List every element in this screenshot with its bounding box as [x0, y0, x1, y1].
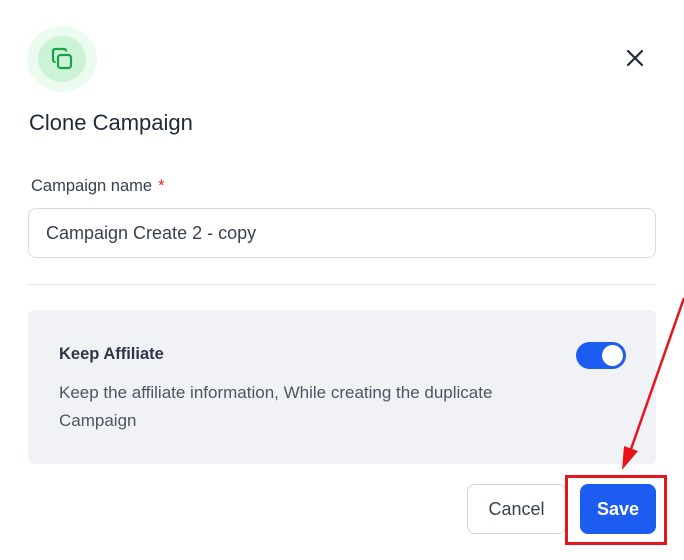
copy-icon [38, 36, 86, 82]
keep-affiliate-toggle[interactable] [576, 342, 626, 369]
keep-affiliate-description: Keep the affiliate information, While cr… [59, 383, 493, 430]
campaign-name-input[interactable] [28, 208, 656, 258]
close-icon [626, 49, 644, 67]
required-marker: * [158, 177, 165, 195]
annotation-arrow [622, 297, 684, 470]
save-button[interactable]: Save [580, 484, 656, 534]
divider [28, 284, 656, 285]
keep-affiliate-panel: Keep Affiliate Keep the affiliate inform… [28, 310, 656, 464]
close-button[interactable] [620, 43, 650, 73]
campaign-name-label: Campaign name * [31, 177, 165, 196]
toggle-knob [602, 345, 623, 366]
campaign-name-label-text: Campaign name [31, 177, 153, 195]
clone-campaign-dialog: Clone Campaign Campaign name * Keep Affil… [0, 0, 684, 560]
dialog-title: Clone Campaign [29, 110, 193, 135]
cancel-button[interactable]: Cancel [467, 484, 566, 534]
keep-affiliate-title: Keep Affiliate [59, 345, 164, 363]
